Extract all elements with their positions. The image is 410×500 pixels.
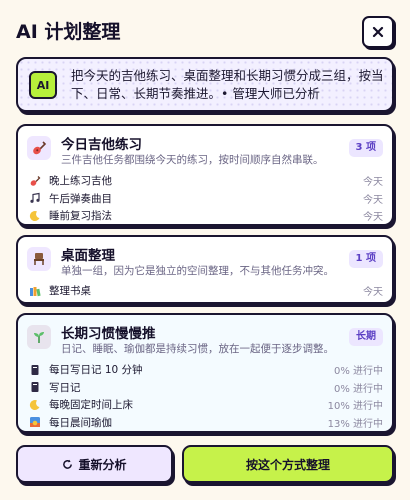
ai-summary-card: AI 把今天的吉他练习、桌面整理和长期习惯分成三组，按当下、日常、长期节奏推进。… <box>16 57 394 112</box>
task-progress: 13% 进行中 <box>327 418 383 430</box>
books-icon <box>27 284 43 298</box>
task-label: 写日记 <box>49 381 81 394</box>
task-row[interactable]: 每日写日记 10 分钟 0% 进行中 <box>27 361 383 379</box>
music-note-icon <box>27 191 43 205</box>
guitar-icon <box>27 136 51 160</box>
group-title: 今日吉他练习 <box>61 137 142 153</box>
task-label: 午后弹奏曲目 <box>49 192 112 205</box>
task-progress: 10% 进行中 <box>327 401 383 413</box>
task-row[interactable]: 晚上练习吉他 今天 <box>27 172 383 190</box>
sunrise-icon <box>27 415 43 429</box>
duration-badge: 长期 <box>349 328 383 346</box>
notebook-icon <box>27 363 43 377</box>
count-badge: 1 项 <box>348 250 383 268</box>
task-row[interactable]: 整理书桌 今天 <box>27 282 383 300</box>
close-button[interactable] <box>362 16 394 48</box>
task-list: 整理书桌 今天 <box>27 282 383 300</box>
ai-summary-text: 把今天的吉他练习、桌面整理和长期习惯分成三组，按当下、日常、长期节奏推进。• 管… <box>71 68 384 101</box>
group-title: 桌面整理 <box>61 248 115 264</box>
task-due: 今天 <box>363 194 383 206</box>
refresh-icon <box>63 459 73 469</box>
task-list: 晚上练习吉他 今天 午后弹奏曲目 今天 睡前复习指法 今天 <box>27 172 383 225</box>
dialog-header: AI 计划整理 <box>16 16 394 50</box>
task-row[interactable]: 写日记 0% 进行中 <box>27 379 383 397</box>
count-badge: 3 项 <box>348 139 383 157</box>
task-list: 每日写日记 10 分钟 0% 进行中 写日记 0% 进行中 每晚固定时间上床 1… <box>27 361 383 431</box>
apply-grouping-label: 按这个方式整理 <box>245 457 330 472</box>
task-row[interactable]: 睡前复习指法 今天 <box>27 207 383 225</box>
task-label: 晚上练习吉他 <box>49 175 112 188</box>
task-due: 今天 <box>363 177 383 189</box>
group-description: 日记、睡眠、瑜伽都是持续习惯，放在一起便于逐步调整。 <box>61 343 334 355</box>
task-label: 每晚固定时间上床 <box>49 399 133 412</box>
group-card-habits[interactable]: 长期习惯慢慢推 日记、睡眠、瑜伽都是持续习惯，放在一起便于逐步调整。 长期 每日… <box>16 313 394 433</box>
task-label: 整理书桌 <box>49 285 91 298</box>
moon-icon <box>27 209 43 223</box>
dialog-title: AI 计划整理 <box>16 21 121 43</box>
chair-icon <box>27 247 51 271</box>
task-label: 睡前复习指法 <box>49 210 112 223</box>
apply-grouping-button[interactable]: 按这个方式整理 <box>182 445 394 483</box>
task-row[interactable]: 每日晨间瑜伽 13% 进行中 <box>27 414 383 432</box>
group-title: 长期习惯慢慢推 <box>61 326 156 342</box>
close-icon <box>372 26 384 38</box>
reanalyze-label: 重新分析 <box>78 457 127 472</box>
task-row[interactable]: 午后弹奏曲目 今天 <box>27 190 383 208</box>
reanalyze-button[interactable]: 重新分析 <box>16 445 173 483</box>
group-card-desk[interactable]: 桌面整理 单独一组，因为它是独立的空间整理，不与其他任务冲突。 1 项 整理书桌… <box>16 235 394 304</box>
group-description: 单独一组，因为它是独立的空间整理，不与其他任务冲突。 <box>61 265 334 277</box>
task-progress: 0% 进行中 <box>333 366 383 378</box>
task-progress: 0% 进行中 <box>333 383 383 395</box>
moon-icon <box>27 398 43 412</box>
task-row[interactable]: 每晚固定时间上床 10% 进行中 <box>27 396 383 414</box>
guitar-icon <box>27 174 43 188</box>
task-label: 每日晨间瑜伽 <box>49 416 112 429</box>
task-due: 今天 <box>363 287 383 299</box>
task-label: 每日写日记 10 分钟 <box>49 364 143 377</box>
ai-badge: AI <box>29 71 57 99</box>
group-card-guitar[interactable]: 今日吉他练习 三件吉他任务都围绕今天的练习，按时间顺序自然串联。 3 项 晚上练… <box>16 124 394 226</box>
task-due: 今天 <box>363 212 383 224</box>
sprout-icon <box>27 325 51 349</box>
group-description: 三件吉他任务都围绕今天的练习，按时间顺序自然串联。 <box>61 154 324 166</box>
notebook-icon <box>27 380 43 394</box>
